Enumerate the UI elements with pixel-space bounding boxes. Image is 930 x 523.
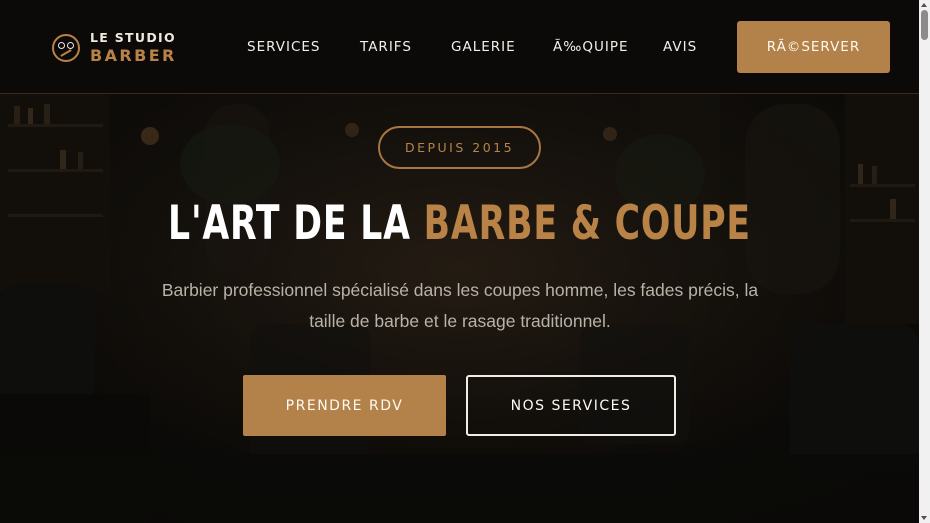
logo-text-top: LE STUDIO (90, 30, 176, 46)
scrollbar-thumb[interactable] (921, 10, 928, 40)
logo-text-bottom: BARBER (90, 45, 177, 65)
prendre-rdv-button[interactable]: PRENDRE RDV (243, 375, 446, 436)
nav-equipe[interactable]: Ã‰QUIPE (553, 39, 629, 55)
hero-subtitle: Barbier professionnel spécialisé dans le… (161, 280, 759, 331)
headline-white-part: L'ART DE LA (168, 196, 411, 251)
reserver-button[interactable]: RÃ©SERVER (737, 21, 890, 73)
barber-scissors-icon (52, 34, 80, 62)
nav-galerie[interactable]: GALERIE (451, 39, 516, 55)
logo[interactable]: LE STUDIO BARBER (52, 31, 177, 65)
vertical-scrollbar[interactable] (919, 0, 930, 523)
nav-tarifs[interactable]: TARIFS (360, 39, 412, 55)
nos-services-button[interactable]: NOS SERVICES (466, 375, 676, 436)
nav-avis[interactable]: AVIS (663, 39, 697, 55)
scroll-up-arrow-icon[interactable] (921, 3, 927, 7)
headline-accent-part: BARBE & COUPE (423, 196, 751, 251)
nav-services[interactable]: SERVICES (247, 39, 320, 55)
scroll-down-arrow-icon[interactable] (921, 516, 927, 520)
hero-section: DEPUIS 2015 L'ART DE LA BARBE & COUPE Ba… (0, 94, 919, 523)
hero-headline: L'ART DE LA BARBE & COUPE (83, 194, 837, 254)
site-header: LE STUDIO BARBER SERVICES TARIFS GALERIE… (0, 0, 919, 94)
since-badge: DEPUIS 2015 (378, 126, 541, 169)
